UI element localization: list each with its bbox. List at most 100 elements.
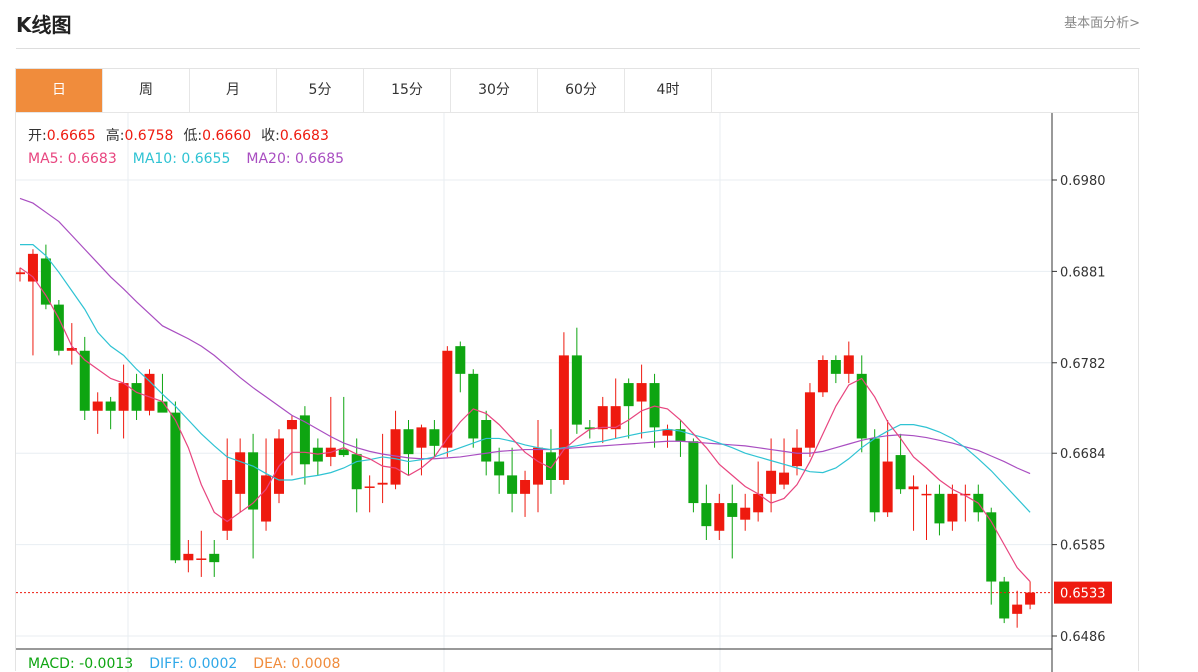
candle[interactable] bbox=[144, 369, 155, 416]
candle-body bbox=[248, 452, 259, 510]
candle[interactable] bbox=[390, 410, 401, 490]
candle[interactable] bbox=[170, 401, 181, 564]
candle[interactable] bbox=[105, 396, 116, 430]
candle[interactable] bbox=[597, 396, 608, 444]
candle-body bbox=[170, 412, 181, 561]
candle[interactable] bbox=[701, 484, 712, 540]
candle-body bbox=[377, 482, 388, 485]
ma-legend: MA5: 0.6683 MA10: 0.6655 MA20: 0.6685 bbox=[28, 151, 344, 167]
candle[interactable] bbox=[662, 424, 673, 448]
candle-body bbox=[908, 486, 919, 490]
candle[interactable] bbox=[610, 378, 621, 439]
candle[interactable] bbox=[403, 420, 414, 476]
tab-0[interactable]: 日 bbox=[16, 69, 103, 112]
candle-body bbox=[144, 373, 155, 411]
tab-6[interactable]: 60分 bbox=[538, 69, 625, 112]
candle[interactable] bbox=[558, 332, 569, 485]
candle[interactable] bbox=[571, 327, 582, 434]
candle-body bbox=[429, 429, 440, 446]
tab-3[interactable]: 5分 bbox=[277, 69, 364, 112]
candle[interactable] bbox=[79, 336, 90, 420]
ohlc-label-high: 高: bbox=[106, 127, 125, 144]
candle[interactable] bbox=[740, 493, 751, 531]
candle[interactable] bbox=[209, 540, 220, 577]
candle[interactable] bbox=[27, 249, 38, 356]
candle-body bbox=[183, 553, 194, 561]
candle[interactable] bbox=[131, 373, 142, 420]
candle[interactable] bbox=[299, 406, 310, 485]
candle[interactable] bbox=[53, 300, 64, 356]
candle[interactable] bbox=[727, 484, 738, 559]
candle-body bbox=[481, 420, 492, 462]
page-title: K线图 bbox=[16, 13, 72, 37]
candle[interactable] bbox=[636, 364, 647, 439]
candle[interactable] bbox=[377, 433, 388, 504]
tab-7[interactable]: 4时 bbox=[625, 69, 712, 112]
ohlc-label-close: 收: bbox=[261, 128, 280, 144]
candle[interactable] bbox=[830, 355, 841, 384]
candle-body bbox=[766, 470, 777, 494]
period-tabs: 日周月 5分 15分 30分 60分 4时 bbox=[16, 69, 712, 112]
candle[interactable] bbox=[118, 364, 129, 439]
candle[interactable] bbox=[1025, 581, 1036, 610]
candle[interactable] bbox=[286, 415, 297, 476]
candle[interactable] bbox=[507, 447, 518, 513]
candle[interactable] bbox=[649, 373, 660, 448]
candle-body bbox=[286, 420, 297, 430]
candle[interactable] bbox=[494, 447, 505, 494]
candle[interactable] bbox=[623, 378, 634, 439]
candle-body bbox=[636, 383, 647, 402]
candle[interactable] bbox=[533, 420, 543, 513]
candle-body bbox=[843, 355, 854, 374]
candle[interactable] bbox=[40, 244, 51, 310]
tab-1[interactable]: 周 bbox=[103, 69, 190, 112]
candle[interactable] bbox=[869, 429, 880, 522]
candle[interactable] bbox=[312, 438, 323, 476]
candle[interactable] bbox=[882, 420, 893, 517]
candle[interactable] bbox=[455, 341, 466, 393]
candle[interactable] bbox=[999, 576, 1010, 624]
candle[interactable] bbox=[545, 429, 556, 494]
candle[interactable] bbox=[688, 438, 699, 513]
candle[interactable] bbox=[481, 410, 492, 476]
kline-chart[interactable]: 0.6980 0.6881 0.6782 0.6684 0.6585 0.6486 0.65… bbox=[16, 69, 1140, 672]
candle[interactable] bbox=[817, 355, 828, 397]
candle[interactable] bbox=[1012, 590, 1023, 628]
candle[interactable] bbox=[248, 433, 259, 559]
candle[interactable] bbox=[856, 355, 867, 453]
y-tick-label: 0.6486 bbox=[1060, 630, 1106, 645]
candle-body bbox=[921, 493, 932, 496]
candle[interactable] bbox=[66, 323, 77, 365]
candle[interactable] bbox=[804, 383, 815, 457]
candle[interactable] bbox=[843, 341, 854, 384]
macd-legend-value: 0.0002 bbox=[188, 656, 237, 672]
candle[interactable] bbox=[351, 438, 362, 513]
candle[interactable] bbox=[960, 484, 971, 522]
candle-body bbox=[105, 401, 116, 411]
tab-2[interactable]: 月 bbox=[190, 69, 277, 112]
ohlc-legend: 开:0.6665 高:0.6758 低:0.6660 收:0.6683 bbox=[28, 127, 329, 144]
ma-legend-value: 0.6655 bbox=[181, 151, 230, 167]
candle[interactable] bbox=[442, 346, 453, 457]
candle-body bbox=[520, 480, 531, 494]
candle[interactable] bbox=[675, 420, 686, 457]
current-price-label: 0.6533 bbox=[1060, 587, 1106, 602]
grid bbox=[16, 113, 1052, 672]
candle[interactable] bbox=[934, 484, 945, 536]
candle-body bbox=[792, 447, 802, 467]
candle[interactable] bbox=[92, 392, 103, 434]
tabs-divider bbox=[16, 112, 1138, 113]
candle[interactable] bbox=[921, 484, 932, 540]
tab-4[interactable]: 15分 bbox=[364, 69, 451, 112]
candle[interactable] bbox=[235, 438, 246, 513]
tab-5[interactable]: 30分 bbox=[451, 69, 538, 112]
candle-body bbox=[934, 493, 945, 524]
candle[interactable] bbox=[908, 475, 919, 531]
candle[interactable] bbox=[364, 475, 375, 513]
candle[interactable] bbox=[520, 470, 531, 517]
fundamental-analysis-link[interactable]: 基本面分析> bbox=[1064, 12, 1140, 31]
candle[interactable] bbox=[714, 493, 725, 540]
candle[interactable] bbox=[325, 396, 336, 467]
candle[interactable] bbox=[196, 530, 207, 577]
candle[interactable] bbox=[261, 438, 272, 531]
